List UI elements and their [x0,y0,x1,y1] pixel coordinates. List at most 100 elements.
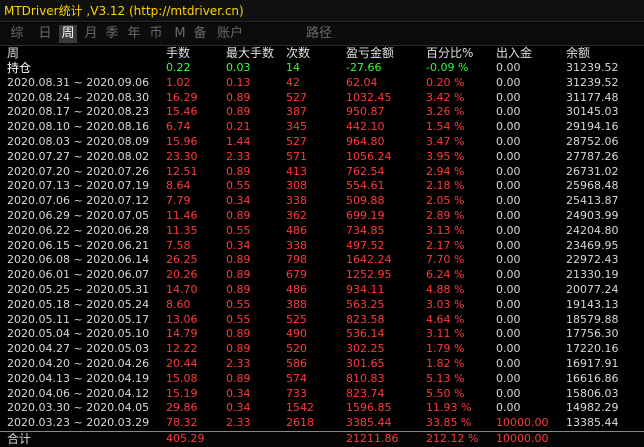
row-pct: 3.95 % [426,149,465,163]
table-row[interactable]: 2020.07.20 ~ 2020.07.26 12.51 0.89 413 762.5… [0,165,644,180]
table-row[interactable]: 2020.04.27 ~ 2020.05.03 12.22 0.89 520 302.2… [0,342,644,357]
row-lots: 15.46 [166,105,198,119]
table-row[interactable]: 2020.04.13 ~ 2020.04.19 15.08 0.89 574 810.8… [0,372,644,387]
row-flow: 0.00 [496,356,521,370]
col-pct[interactable]: 百分比% [426,46,473,61]
row-pct: 1.82 % [426,356,465,370]
col-flow[interactable]: 出入金 [496,46,532,61]
row-lots: 7.58 [166,238,191,252]
table-row[interactable]: 2020.07.13 ~ 2020.07.19 8.64 0.55 308 554.61… [0,179,644,194]
row-lots: 78.32 [166,416,198,430]
table-row[interactable]: 2020.07.06 ~ 2020.07.12 7.79 0.34 338 509.88… [0,194,644,209]
row-balance: 16917.91 [566,356,619,370]
table-row[interactable]: 2020.06.08 ~ 2020.06.14 26.25 0.89 798 1642.… [0,253,644,268]
row-count: 679 [286,268,307,282]
total-lots: 405.29 [166,431,205,445]
row-max-lots: 0.21 [226,120,251,134]
row-flow: 0.00 [496,297,521,311]
table-row[interactable]: 2020.06.15 ~ 2020.06.21 7.58 0.34 338 497.52… [0,239,644,254]
row-pnl: 301.65 [346,356,385,370]
row-count: 520 [286,342,307,356]
table-row[interactable]: 2020.06.29 ~ 2020.07.05 11.46 0.89 362 699.1… [0,209,644,224]
tab-path[interactable]: 路径 [304,25,334,43]
row-pnl: 699.19 [346,208,385,222]
row-flow: 0.00 [496,134,521,148]
tab-currency[interactable]: 币 [147,25,165,43]
row-max-lots: 0.89 [226,268,251,282]
row-max-lots: 0.13 [226,75,251,89]
tab-account[interactable]: 账户 [215,25,245,43]
tab-quarter[interactable]: 季 [103,25,121,43]
table-row[interactable]: 2020.05.18 ~ 2020.05.24 8.60 0.55 388 563.25… [0,298,644,313]
row-max-lots: 0.89 [226,253,251,267]
row-period: 2020.08.31 ~ 2020.09.06 [7,75,150,89]
table-row[interactable]: 2020.08.03 ~ 2020.08.09 15.96 1.44 527 964.8… [0,135,644,150]
table-row[interactable]: 2020.04.20 ~ 2020.04.26 20.44 2.33 586 301.6… [0,357,644,372]
row-flow: 0.00 [496,312,521,326]
row-flow: 0.00 [496,238,521,252]
row-count: 362 [286,208,307,222]
row-period: 2020.05.04 ~ 2020.05.10 [7,327,150,341]
row-period: 2020.03.23 ~ 2020.03.29 [7,416,150,430]
table-body: 2020.08.31 ~ 2020.09.06 1.02 0.13 42 62.04 0.… [0,76,644,431]
table-row[interactable]: 2020.07.27 ~ 2020.08.02 23.30 2.33 571 1056.… [0,150,644,165]
col-balance[interactable]: 余额 [566,46,590,61]
tab-note[interactable]: 备 [191,25,209,43]
row-balance: 31177.48 [566,90,619,104]
row-pct: 2.18 % [426,179,465,193]
row-lots: 12.51 [166,164,198,178]
tab-week[interactable]: 周 [59,25,77,43]
row-count: 338 [286,194,307,208]
table-row[interactable]: 2020.05.04 ~ 2020.05.10 14.79 0.89 490 536.1… [0,327,644,342]
row-pnl: 762.54 [346,164,385,178]
table-row[interactable]: 2020.08.17 ~ 2020.08.23 15.46 0.89 387 950.8… [0,105,644,120]
row-pct: 3.26 % [426,105,465,119]
row-period: 2020.04.13 ~ 2020.04.19 [7,371,150,385]
row-period: 2020.08.24 ~ 2020.08.30 [7,90,150,104]
table-row[interactable]: 2020.05.11 ~ 2020.05.17 13.06 0.55 525 823.5… [0,313,644,328]
row-max-lots: 0.89 [226,164,251,178]
row-count: 733 [286,386,307,400]
table-row[interactable]: 2020.03.23 ~ 2020.03.29 78.32 2.33 2618 3385… [0,416,644,431]
col-max-lots[interactable]: 最大手数 [226,46,274,61]
row-balance: 16616.86 [566,371,619,385]
row-count: 42 [286,75,300,89]
row-flow: 10000.00 [496,416,549,430]
table-row[interactable]: 2020.03.30 ~ 2020.04.05 29.86 0.34 1542 1596… [0,401,644,416]
tab-overview[interactable]: 综 [8,25,26,43]
table-row[interactable]: 2020.04.06 ~ 2020.04.12 15.19 0.34 733 823.7… [0,387,644,402]
row-balance: 26731.02 [566,164,619,178]
row-balance: 18579.88 [566,312,619,326]
tab-month[interactable]: 月 [82,25,100,43]
table-row[interactable]: 2020.06.01 ~ 2020.06.07 20.26 0.89 679 1252.… [0,268,644,283]
row-flow: 0.00 [496,282,521,296]
row-max-lots: 0.34 [226,238,251,252]
col-lots[interactable]: 手数 [166,46,190,61]
row-lots: 8.60 [166,297,191,311]
col-week[interactable]: 周 [7,46,19,61]
row-count: 1542 [286,401,314,415]
row-flow: 0.00 [496,268,521,282]
row-lots: 15.08 [166,371,198,385]
tab-day[interactable]: 日 [36,25,54,43]
row-balance: 13385.44 [566,416,619,430]
tab-magic[interactable]: M [171,25,189,43]
table-row[interactable]: 2020.05.25 ~ 2020.05.31 14.70 0.89 486 934.1… [0,283,644,298]
table-row[interactable]: 2020.06.22 ~ 2020.06.28 11.35 0.55 486 734.8… [0,224,644,239]
table-row[interactable]: 2020.08.10 ~ 2020.08.16 6.74 0.21 345 442.10… [0,120,644,135]
row-pct: 2.17 % [426,238,465,252]
row-balance: 21330.19 [566,268,619,282]
tab-year[interactable]: 年 [125,25,143,43]
col-count[interactable]: 次数 [286,46,310,61]
table-row[interactable]: 2020.08.31 ~ 2020.09.06 1.02 0.13 42 62.04 0.… [0,76,644,91]
row-period: 2020.04.20 ~ 2020.04.26 [7,356,150,370]
row-max-lots: 0.34 [226,386,251,400]
row-flow: 0.00 [496,149,521,163]
window-title: MTDriver统计 ,V3.12 (http://mtdriver.cn) [0,0,644,22]
row-pct: 3.42 % [426,90,465,104]
row-pnl: 950.87 [346,105,385,119]
table-row[interactable]: 2020.08.24 ~ 2020.08.30 16.29 0.89 527 1032.… [0,91,644,106]
row-balance: 14982.29 [566,401,619,415]
col-pnl[interactable]: 盈亏金额 [346,46,394,61]
row-pnl: 1056.24 [346,149,392,163]
